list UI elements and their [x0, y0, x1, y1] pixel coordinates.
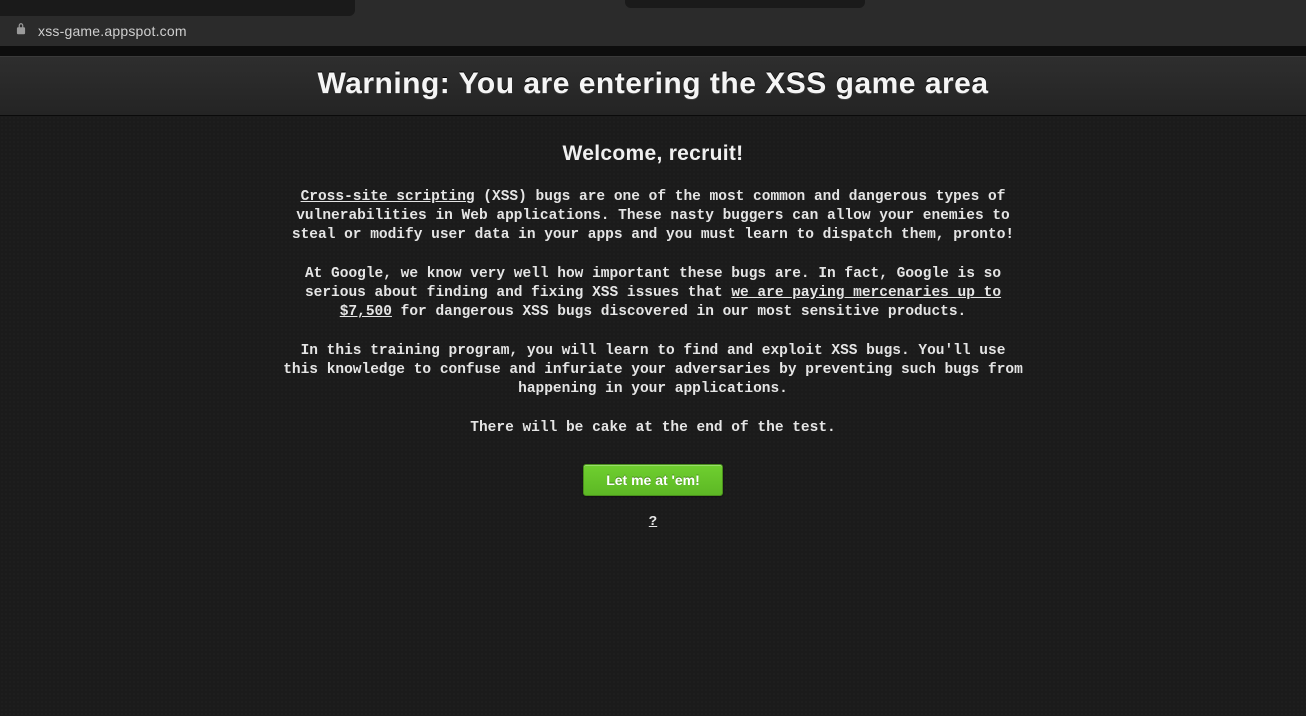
intro-paragraph-2: At Google, we know very well how importa…: [283, 265, 1023, 322]
footer-question-mark[interactable]: ?: [283, 514, 1023, 530]
intro-text-2b: for dangerous XSS bugs discovered in our…: [392, 304, 966, 320]
browser-tab-strip: [0, 0, 1306, 16]
url-text[interactable]: xss-game.appspot.com: [38, 23, 187, 39]
tab-inactive[interactable]: [625, 0, 865, 8]
intro-paragraph-1: Cross-site scripting (XSS) bugs are one …: [283, 188, 1023, 245]
tab-inactive-area: [0, 0, 355, 16]
page-body: Warning: You are entering the XSS game a…: [0, 56, 1306, 716]
warning-banner: Warning: You are entering the XSS game a…: [0, 56, 1306, 116]
chrome-divider: [0, 46, 1306, 56]
intro-paragraph-4: There will be cake at the end of the tes…: [283, 419, 1023, 438]
address-bar[interactable]: xss-game.appspot.com: [0, 16, 1306, 46]
main-content: Welcome, recruit! Cross-site scripting (…: [273, 116, 1033, 530]
xss-definition-link[interactable]: Cross-site scripting: [301, 189, 475, 205]
page-title: Warning: You are entering the XSS game a…: [0, 67, 1306, 101]
tab-active[interactable]: [355, 0, 625, 16]
start-button[interactable]: Let me at 'em!: [583, 464, 723, 496]
lock-icon: [14, 22, 28, 41]
subheading: Welcome, recruit!: [283, 142, 1023, 166]
intro-paragraph-3: In this training program, you will learn…: [283, 342, 1023, 399]
